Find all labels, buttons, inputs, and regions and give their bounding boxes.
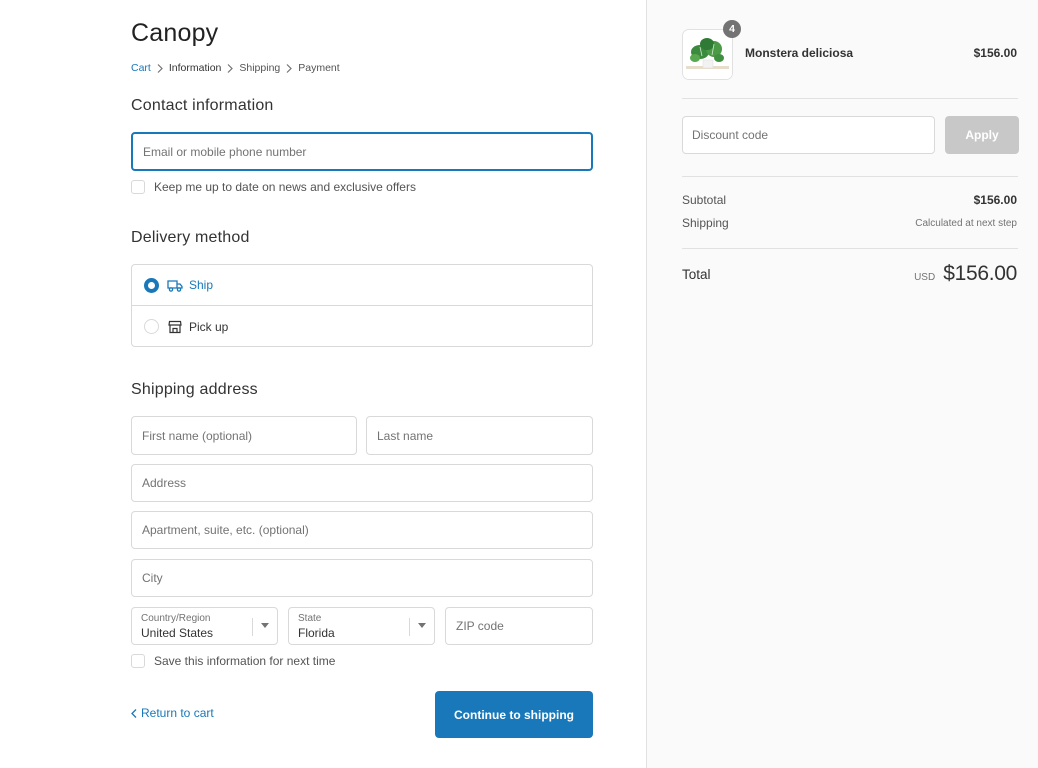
chevron-right-icon	[151, 62, 169, 74]
address-field[interactable]	[132, 465, 592, 501]
store-logo[interactable]: Canopy	[131, 19, 218, 48]
chevron-right-icon	[221, 62, 239, 74]
return-to-cart-label: Return to cart	[141, 706, 214, 720]
save-info-checkbox-row[interactable]: Save this information for next time	[131, 654, 335, 668]
pickup-radio[interactable]	[144, 319, 159, 334]
zip-wrapper	[445, 607, 593, 645]
delivery-option-ship[interactable]: Ship	[132, 265, 592, 306]
address-wrapper	[131, 464, 593, 502]
dropdown-arrow-icon	[418, 623, 426, 628]
divider	[682, 176, 1018, 177]
discount-code-wrapper	[682, 116, 935, 154]
total-price: USD $156.00	[914, 262, 1017, 286]
last-name-wrapper	[366, 416, 593, 455]
subtotal-label: Subtotal	[682, 193, 727, 207]
zip-field[interactable]	[446, 608, 592, 644]
store-icon	[167, 319, 183, 335]
email-field[interactable]	[133, 134, 591, 169]
return-to-cart-link[interactable]: Return to cart	[131, 706, 214, 720]
last-name-field[interactable]	[367, 417, 592, 454]
apartment-wrapper	[131, 511, 593, 549]
monstera-plant-image	[683, 30, 732, 79]
select-divider	[409, 618, 410, 636]
country-select-value: United States	[141, 626, 214, 640]
shipping-value: Calculated at next step	[915, 218, 1017, 229]
city-wrapper	[131, 559, 593, 597]
total-label: Total	[682, 267, 711, 282]
first-name-field[interactable]	[132, 417, 356, 454]
breadcrumb-information: Information	[168, 62, 222, 74]
newsletter-checkbox[interactable]	[131, 180, 145, 194]
delivery-method-group: Ship Pick up	[131, 264, 593, 347]
checkout-main: Canopy Cart Information Shipping Payment…	[0, 0, 646, 768]
apartment-field[interactable]	[132, 512, 592, 548]
chevron-right-icon	[280, 62, 298, 74]
delivery-option-pickup[interactable]: Pick up	[132, 306, 592, 347]
state-select-label: State	[298, 613, 322, 624]
pickup-label: Pick up	[189, 319, 229, 334]
product-thumbnail	[682, 29, 733, 80]
delivery-section-title: Delivery method	[131, 229, 250, 246]
ship-radio[interactable]	[144, 277, 159, 293]
city-field[interactable]	[132, 560, 592, 596]
dropdown-arrow-icon	[261, 623, 269, 628]
save-info-checkbox[interactable]	[131, 654, 145, 668]
country-select-label: Country/Region	[141, 613, 211, 624]
shipping-address-title: Shipping address	[131, 381, 258, 398]
divider	[682, 248, 1018, 249]
chevron-left-icon	[131, 708, 137, 718]
contact-section-title: Contact information	[131, 97, 274, 114]
order-summary: 4 Monstera deliciosa $156.00 Apply Subto…	[646, 0, 1038, 768]
newsletter-label: Keep me up to date on news and exclusive…	[154, 180, 416, 194]
total-amount: $156.00	[943, 262, 1017, 285]
breadcrumb-payment: Payment	[298, 62, 340, 74]
first-name-wrapper	[131, 416, 357, 455]
ship-label: Ship	[189, 278, 214, 292]
breadcrumb-shipping: Shipping	[239, 62, 281, 74]
subtotal-value: $156.00	[973, 193, 1017, 207]
shipping-label: Shipping	[682, 216, 729, 230]
country-select[interactable]: Country/Region United States	[131, 607, 278, 645]
quantity-badge: 4	[723, 20, 741, 38]
newsletter-checkbox-row[interactable]: Keep me up to date on news and exclusive…	[131, 180, 416, 194]
divider	[682, 98, 1018, 99]
truck-icon	[167, 277, 183, 293]
currency-code: USD	[914, 272, 936, 283]
breadcrumb: Cart Information Shipping Payment	[131, 62, 340, 74]
save-info-label: Save this information for next time	[154, 654, 336, 668]
product-price: $156.00	[973, 46, 1017, 60]
apply-discount-button[interactable]: Apply	[945, 116, 1019, 154]
continue-to-shipping-button[interactable]: Continue to shipping	[435, 691, 593, 738]
state-select-value: Florida	[298, 626, 335, 640]
state-select[interactable]: State Florida	[288, 607, 435, 645]
select-divider	[252, 618, 253, 636]
breadcrumb-cart[interactable]: Cart	[131, 62, 151, 74]
email-field-wrapper	[131, 132, 593, 171]
discount-code-field[interactable]	[683, 117, 934, 153]
product-name: Monstera deliciosa	[745, 46, 854, 60]
